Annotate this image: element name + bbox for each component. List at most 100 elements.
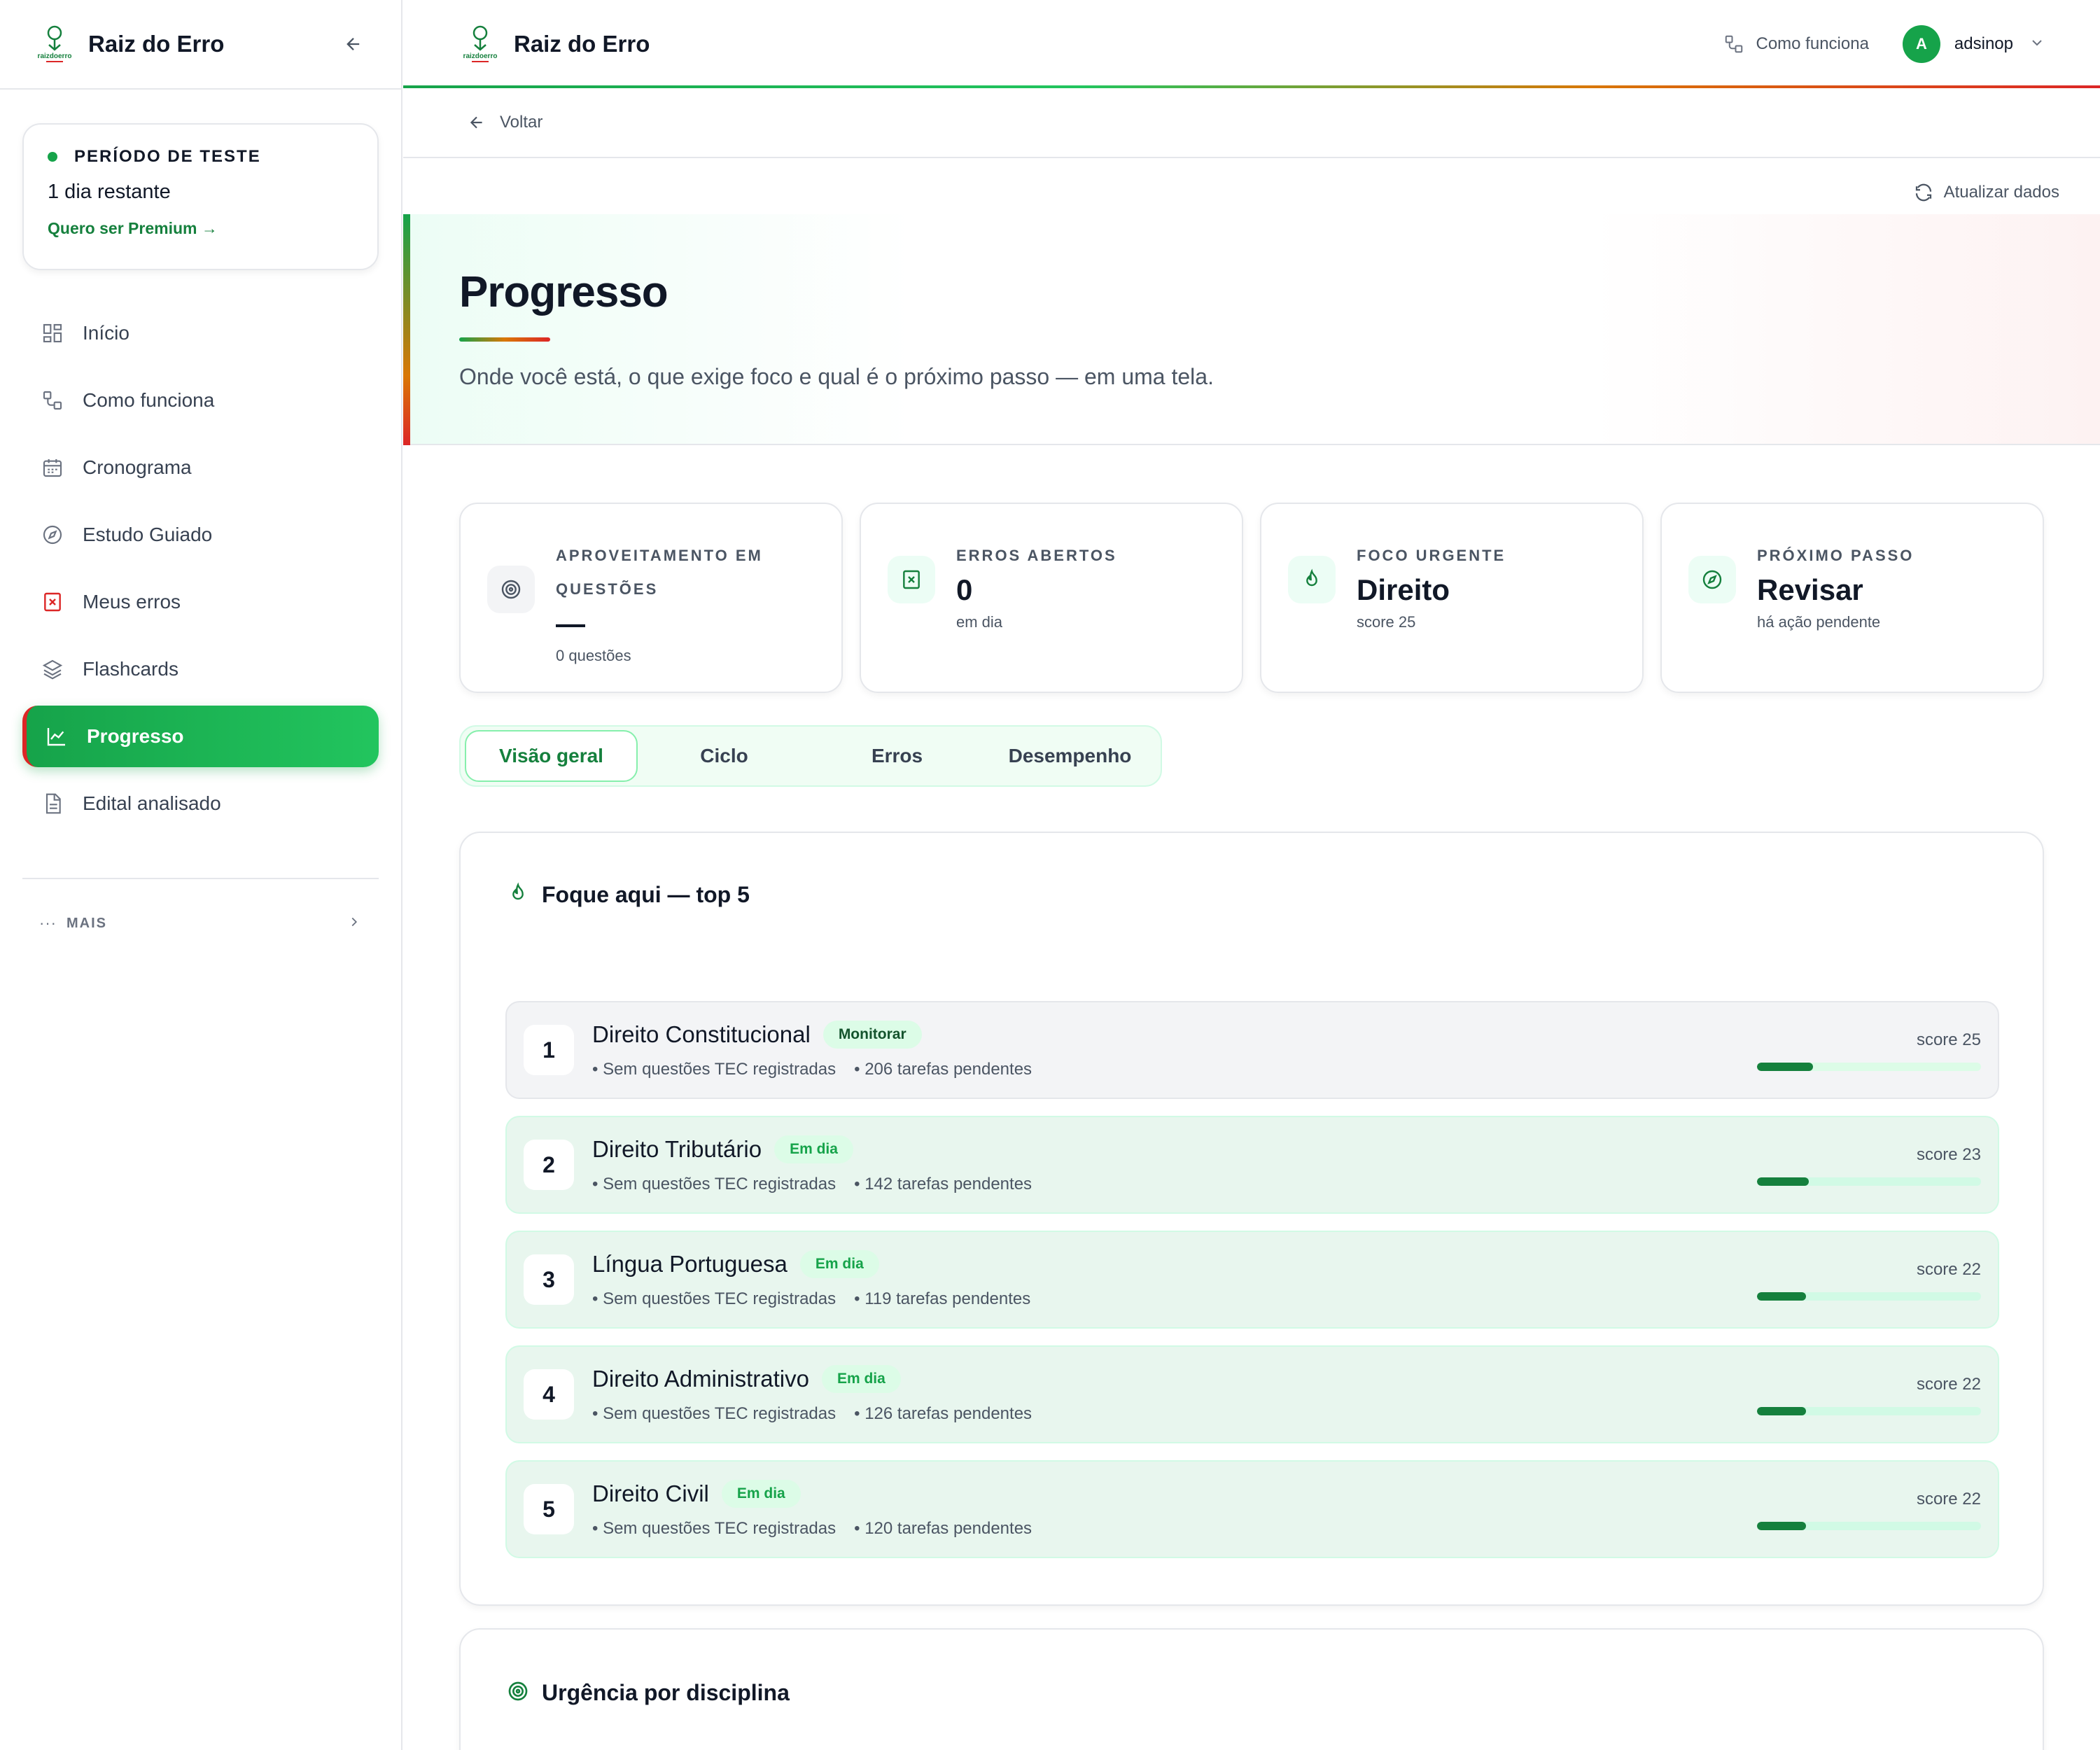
sidebar-item-label: Cronograma: [83, 456, 192, 478]
back-button[interactable]: Voltar: [500, 113, 542, 132]
progress-tabs: Visão geral Ciclo Erros Desempenho: [459, 725, 1162, 787]
topbar-logo[interactable]: raizdoerro: [458, 22, 503, 66]
collapse-sidebar-button[interactable]: [338, 29, 369, 59]
stat-value: Revisar: [1757, 573, 1863, 606]
score-bar-fill: [1757, 1292, 1807, 1301]
sidebar-item-cronograma[interactable]: Cronograma: [22, 437, 379, 498]
hero-accent-bar: [403, 214, 410, 445]
sidebar-item-label: Meus erros: [83, 591, 181, 612]
topbar-app-name: Raiz do Erro: [514, 31, 650, 57]
how-it-works-label: Como funciona: [1756, 34, 1869, 53]
arrow-left-icon: [470, 116, 482, 129]
list-item[interactable]: 5 Direito Civil Em dia • Sem questões TE…: [505, 1460, 1999, 1558]
error-x-icon: [888, 556, 935, 603]
sidebar-divider: [22, 878, 379, 879]
status-badge: Monitorar: [822, 1021, 922, 1049]
stat-label: APROVEITAMENTO EM QUESTÕES: [556, 547, 763, 598]
stat-sub: há ação pendente: [1757, 613, 1881, 631]
flame-icon: [1288, 556, 1336, 603]
calendar-icon: [41, 456, 64, 479]
subject-name: Direito Administrativo: [592, 1366, 809, 1392]
list-item[interactable]: 3 Língua Portuguesa Em dia • Sem questõe…: [505, 1231, 1999, 1329]
sidebar: raizdoerro Raiz do Erro PERÍODO DE TESTE…: [0, 0, 402, 1750]
list-item[interactable]: 4 Direito Administrativo Em dia • Sem qu…: [505, 1345, 1999, 1443]
tec-status: • Sem questões TEC registradas: [592, 1404, 836, 1423]
pending-tasks: • 119 tarefas pendentes: [854, 1289, 1031, 1308]
target-icon: [487, 566, 535, 613]
sidebar-item-estudo-guiado[interactable]: Estudo Guiado: [22, 504, 379, 566]
page-hero: Progresso Onde você está, o que exige fo…: [403, 214, 2100, 445]
trial-status-dot: [48, 152, 57, 162]
stat-value: —: [556, 607, 585, 640]
score-label: score 25: [1916, 1030, 1981, 1049]
rank-number: 3: [524, 1254, 574, 1305]
more-dots-icon: ···: [39, 914, 57, 932]
sidebar-item-meus-erros[interactable]: Meus erros: [22, 571, 379, 633]
page-title: Progresso: [459, 268, 668, 316]
tab-erros[interactable]: Erros: [811, 730, 983, 782]
chevron-down-icon[interactable]: [2029, 34, 2045, 55]
sidebar-item-inicio[interactable]: Início: [22, 302, 379, 364]
score-bar-fill: [1757, 1407, 1807, 1415]
sidebar-item-edital-analisado[interactable]: Edital analisado: [22, 773, 379, 834]
brand-logo[interactable]: raizdoerro: [32, 22, 77, 66]
score-bar: [1757, 1063, 1981, 1071]
list-item[interactable]: 2 Direito Tributário Em dia • Sem questõ…: [505, 1116, 1999, 1214]
rank-number: 2: [524, 1140, 574, 1190]
logo-wordmark: raizdoerro: [463, 52, 498, 60]
subject-name: Direito Constitucional: [592, 1021, 811, 1047]
pending-tasks: • 120 tarefas pendentes: [854, 1519, 1032, 1538]
chevron-right-icon: [346, 914, 362, 933]
urgency-card: Urgência por disciplina: [459, 1628, 2044, 1750]
logo-wordmark: raizdoerro: [38, 52, 72, 60]
stat-sub: 0 questões: [556, 647, 631, 664]
more-label: MAIS: [66, 915, 107, 931]
sidebar-item-progresso[interactable]: Progresso: [22, 706, 379, 767]
rank-number: 5: [524, 1484, 574, 1534]
tec-status: • Sem questões TEC registradas: [592, 1289, 836, 1308]
score-bar-fill: [1757, 1063, 1813, 1071]
sidebar-more-toggle[interactable]: ··· MAIS: [0, 892, 401, 955]
status-badge: Em dia: [774, 1135, 853, 1163]
status-badge: Em dia: [721, 1480, 801, 1508]
tec-status: • Sem questões TEC registradas: [592, 1519, 836, 1538]
stat-sub: score 25: [1357, 613, 1416, 631]
refresh-icon: [1915, 183, 1931, 202]
sidebar-item-flashcards[interactable]: Flashcards: [22, 638, 379, 700]
sidebar-header: raizdoerro Raiz do Erro: [0, 0, 401, 90]
tab-visao-geral[interactable]: Visão geral: [465, 730, 638, 782]
arrow-left-icon: [346, 38, 360, 50]
status-badge: Em dia: [821, 1365, 901, 1393]
status-badge: Em dia: [799, 1250, 879, 1278]
subject-name: Língua Portuguesa: [592, 1251, 788, 1277]
avatar[interactable]: A: [1902, 25, 1940, 63]
chart-line-icon: [45, 724, 69, 748]
sidebar-item-label: Flashcards: [83, 658, 178, 680]
sidebar-item-label: Progresso: [87, 725, 184, 747]
username[interactable]: adsinop: [1954, 34, 2013, 54]
how-it-works-link[interactable]: Como funciona: [1723, 34, 1869, 55]
score-label: score 23: [1916, 1145, 1981, 1164]
title-underline: [459, 337, 550, 342]
grid-icon: [41, 321, 64, 345]
focus-list: 1 Direito Constitucional Monitorar • Sem…: [505, 1001, 1999, 1575]
tec-status: • Sem questões TEC registradas: [592, 1060, 836, 1079]
trial-label: PERÍODO DE TESTE: [74, 147, 261, 166]
sidebar-item-label: Estudo Guiado: [83, 524, 213, 545]
refresh-label: Atualizar dados: [1943, 183, 2059, 202]
back-bar: Voltar: [403, 88, 2100, 158]
sidebar-item-como-funciona[interactable]: Como funciona: [22, 370, 379, 431]
compass-icon: [41, 523, 64, 547]
tab-desempenho[interactable]: Desempenho: [983, 730, 1156, 782]
stat-value: 0: [956, 573, 973, 606]
tab-ciclo[interactable]: Ciclo: [638, 730, 811, 782]
refresh-data-button[interactable]: Atualizar dados: [1913, 182, 2059, 203]
rank-number: 1: [524, 1025, 574, 1075]
flame-icon: [507, 882, 529, 908]
premium-upgrade-link[interactable]: Quero ser Premium →: [48, 219, 218, 238]
list-item[interactable]: 1 Direito Constitucional Monitorar • Sem…: [505, 1001, 1999, 1099]
error-x-icon: [41, 590, 64, 614]
pending-tasks: • 126 tarefas pendentes: [854, 1404, 1032, 1423]
page-subtitle: Onde você está, o que exige foco e qual …: [459, 364, 1214, 389]
trial-card: PERÍODO DE TESTE 1 dia restante Quero se…: [22, 123, 379, 270]
